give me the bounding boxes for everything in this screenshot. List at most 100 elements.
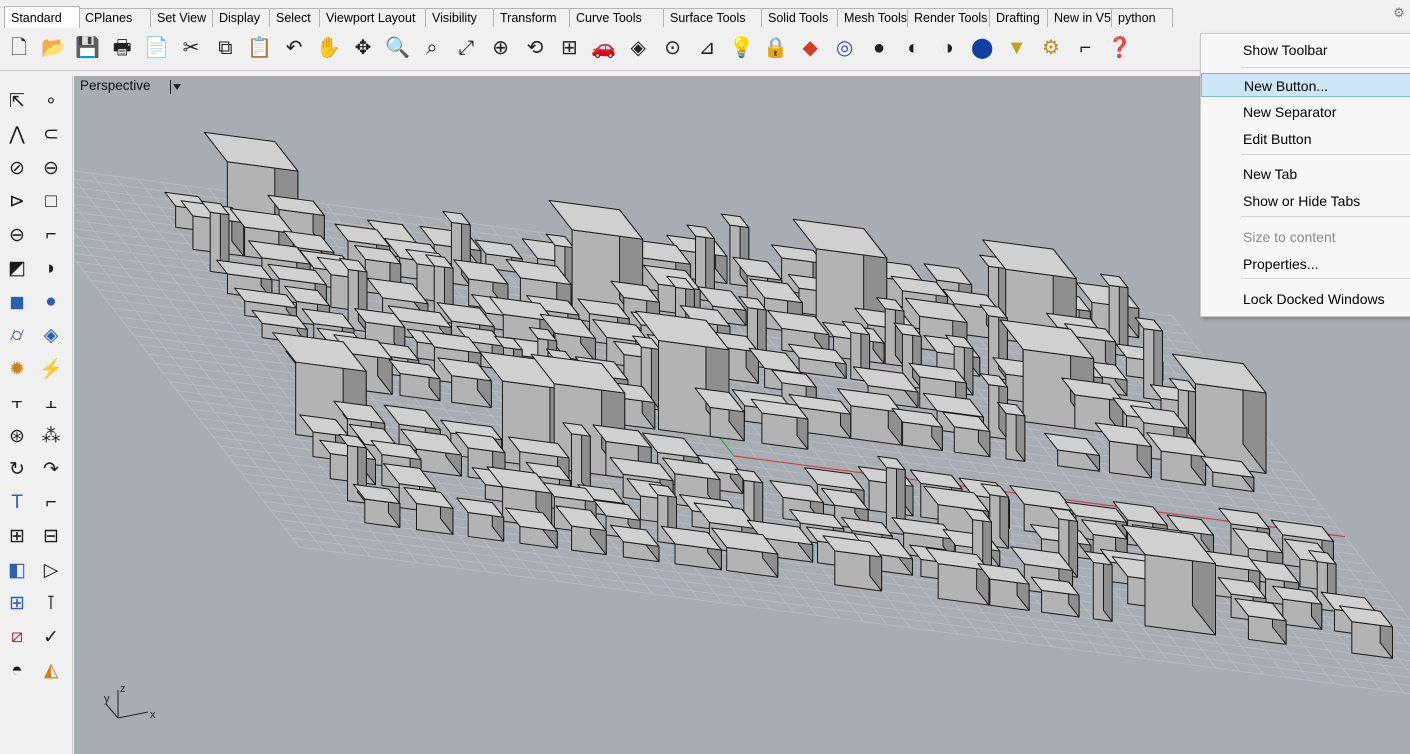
curve-icon[interactable]: ⊂ [36,120,66,150]
box-icon[interactable]: ◼ [2,287,32,317]
circle-icon[interactable]: ⊘ [2,153,32,183]
dimension-icon[interactable]: ⌐ [1072,34,1098,62]
menu-item-edit-button[interactable]: Edit Button [1201,127,1410,151]
trim-icon[interactable]: ⫟ [2,388,32,418]
scale-icon[interactable]: ⌐ [36,488,66,518]
gear-settings-icon[interactable]: ⚙ [1038,34,1064,62]
offset-icon[interactable]: ↻ [2,455,32,485]
sphere-icon[interactable]: ● [36,287,66,317]
tab-viewport-layout[interactable]: Viewport Layout [319,8,427,27]
orient-icon[interactable]: ▷ [36,555,66,585]
array-icon[interactable]: ⊞ [2,522,32,552]
tab-render-tools[interactable]: Render Tools [907,8,991,27]
menu-separator [1241,216,1410,217]
solid-edit-icon[interactable]: ◧ [2,555,32,585]
ellipse-icon[interactable]: ⊖ [36,153,66,183]
viewport-title[interactable]: Perspective [80,78,151,93]
scatter-icon[interactable]: ⁂ [36,421,66,451]
tab-select[interactable]: Select [269,8,321,27]
undo-icon[interactable]: ↶ [281,34,307,62]
patch-icon[interactable]: ◈ [36,321,66,351]
polygon-icon[interactable]: ⊖ [2,220,32,250]
material-icon[interactable]: ◆ [797,34,823,62]
paste-icon[interactable]: 📋 [247,34,273,62]
tab-surface-tools[interactable]: Surface Tools [663,8,763,27]
help-icon[interactable]: ❓ [1107,34,1133,62]
menu-item-new-tab[interactable]: New Tab [1201,162,1410,186]
car-icon[interactable]: 🚗 [591,34,617,62]
tab-transform[interactable]: Transform [493,8,571,27]
tab-drafting[interactable]: Drafting [989,8,1049,27]
menu-separator [1241,154,1410,155]
layer-icon[interactable]: ⊿ [694,34,720,62]
menu-item-new-separator[interactable]: New Separator [1201,100,1410,124]
lock-icon[interactable]: 🔒 [763,34,789,62]
tab-visibility[interactable]: Visibility [425,8,495,27]
rectangle-icon[interactable]: □ [36,187,66,217]
cut-icon[interactable]: ✂ [178,34,204,62]
snap-icon[interactable]: ⊙ [660,34,686,62]
polyline-icon[interactable]: ⋀ [2,120,32,150]
tab-mesh-tools[interactable]: Mesh Tools [837,8,909,27]
new-file-icon[interactable]: 🗋 [6,34,32,62]
grid-array-icon[interactable]: ⊞ [2,589,32,619]
tab-python[interactable]: python [1111,8,1173,27]
cplane-icon[interactable]: ◈ [625,34,651,62]
sweep-icon[interactable]: ◗ [36,254,66,284]
text-icon[interactable]: T [2,488,32,518]
menu-item-new-button[interactable]: New Button... [1201,73,1410,97]
transform-icon[interactable]: ⧄ [2,622,32,652]
toolbar-context-menu: Show Toolbar New Button... New Separator Ed… [1200,33,1410,317]
analyze-icon[interactable]: ◓ [2,656,32,686]
menu-item-properties[interactable]: Properties... [1201,252,1410,276]
zoom-selected-icon[interactable]: ⊕ [488,34,514,62]
fillet-icon[interactable]: ⌐ [36,220,66,250]
tab-display[interactable]: Display [212,8,271,27]
viewport-menu-arrow-icon[interactable] [170,80,183,94]
cylinder-icon[interactable]: ⌭ [2,321,32,351]
rotate-icon[interactable]: ⟲ [522,34,548,62]
ghosted-icon[interactable]: ◑ [935,34,961,62]
shaded-icon[interactable]: ● [866,34,892,62]
split-icon[interactable]: ⫠ [36,388,66,418]
explode-icon[interactable]: ⚡ [36,354,66,384]
arc-icon[interactable]: ⊳ [2,187,32,217]
open-folder-icon[interactable]: 📂 [40,34,66,62]
align-icon[interactable]: ⊺ [36,589,66,619]
import-icon[interactable]: 📄 [144,34,170,62]
tab-solid-tools[interactable]: Solid Tools [761,8,839,27]
pan-hand-icon[interactable]: ✋ [316,34,342,62]
point-icon[interactable]: ∘ [36,86,66,116]
menu-item-show-toolbar[interactable]: Show Toolbar [1201,38,1410,62]
copy-icon[interactable]: ⧉ [212,34,238,62]
rotate-view-icon[interactable]: ✥ [350,34,376,62]
save-icon[interactable]: 💾 [75,34,101,62]
select-arrow-icon[interactable]: ⇱ [2,86,32,116]
tab-curve-tools[interactable]: Curve Tools [569,8,665,27]
rendered-icon[interactable]: ◐ [900,34,926,62]
print-icon[interactable]: 🖶 [109,34,135,62]
zoom-extents-icon[interactable]: ⤢ [453,34,479,62]
group-icon[interactable]: ⊛ [2,421,32,451]
measure-icon[interactable]: ▼ [1004,34,1030,62]
check-icon[interactable]: ✓ [36,622,66,652]
color-icon[interactable]: ◎ [832,34,858,62]
surface-icon[interactable]: ◩ [2,254,32,284]
tab-standard[interactable]: Standard [4,6,80,28]
standard-toolbar: 🗋 📂 💾 🖶 📄 ✂ ⧉ 📋 ↶ ✋ ✥ 🔍 ⌕ ⤢ ⊕ ⟲ ⊞ 🚗 ◈ ⊙ ⊿ 💡 🔒 ◆ ◎ ● ◐ ◑ ⬤ ▼ ⚙ ⌐ ❓ [0,28,1410,71]
zoom-icon[interactable]: 🔍 [384,34,410,62]
tab-new-in-v5[interactable]: New in V5 [1047,8,1113,27]
zoom-window-icon[interactable]: ⌕ [419,34,445,62]
render-sphere-icon[interactable]: ⬤ [969,34,995,62]
menu-item-show-or-hide-tabs[interactable]: Show or Hide Tabs [1201,189,1410,213]
viewport-grid-icon[interactable]: ⊞ [556,34,582,62]
boolean-icon[interactable]: ✹ [2,354,32,384]
tab-options-icon[interactable]: ⚙ [1392,6,1406,20]
render-tool-icon[interactable]: ◭ [36,656,66,686]
blend-icon[interactable]: ↷ [36,455,66,485]
mirror-icon[interactable]: ⊟ [36,522,66,552]
light-icon[interactable]: 💡 [728,34,754,62]
menu-item-lock-docked-windows[interactable]: Lock Docked Windows [1201,287,1410,311]
tab-cplanes[interactable]: CPlanes [78,8,152,27]
tab-set-view[interactable]: Set View [150,8,214,27]
